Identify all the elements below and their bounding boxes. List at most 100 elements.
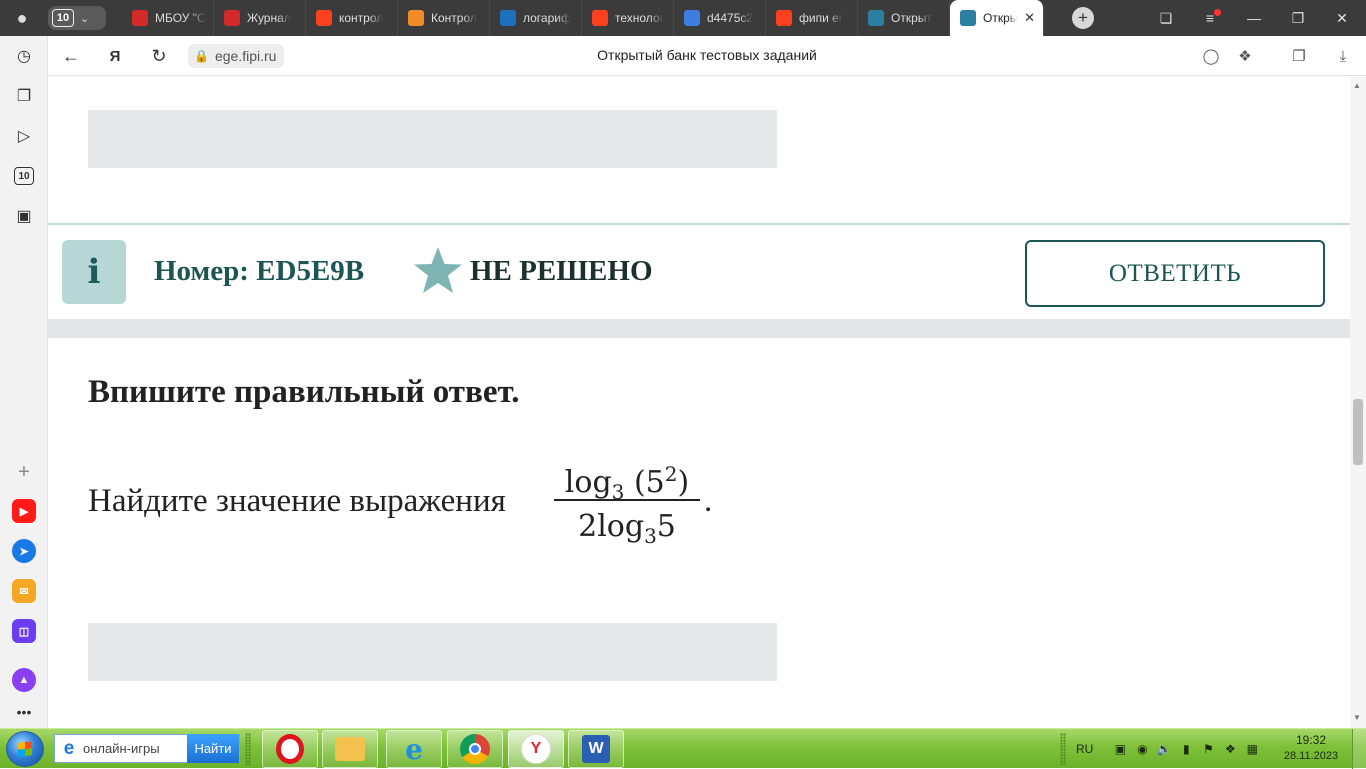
search-button[interactable]: Найти — [187, 734, 239, 763]
taskbar-search-input[interactable] — [80, 741, 187, 756]
battery-icon[interactable]: ▦ — [1244, 741, 1260, 757]
discord-icon[interactable]: ◉ — [1134, 741, 1150, 757]
system-tray: RU ▣ ◉ 🔈 ▮ ⚑ ❖ ▦ — [1076, 729, 1263, 769]
yandex-browser-app[interactable]: Y — [508, 730, 564, 768]
tab-label: МБОУ "С — [155, 11, 206, 25]
back-button[interactable]: ← — [58, 44, 84, 68]
domain-text: ege.fipi.ru — [214, 48, 277, 64]
network-icon[interactable]: ▮ — [1178, 741, 1194, 757]
tab-label: Открыт — [891, 11, 932, 25]
language-indicator[interactable]: RU — [1076, 742, 1093, 756]
browser-sidebar: ◷ ❐ ▷ 10 ▣ + ▶ ➤ ✉ ◫ ▲ ••• — [0, 36, 48, 728]
browser-tab[interactable]: фипи ег — [766, 0, 858, 36]
info-button[interactable]: i — [62, 240, 126, 304]
taskbar-grip[interactable] — [245, 733, 251, 765]
taskbar-clock[interactable]: 19:32 28.11.2023 — [1280, 733, 1342, 762]
opera-icon — [276, 734, 304, 764]
yandex-icon — [592, 10, 608, 26]
maximize-button[interactable]: ❐ — [1276, 0, 1320, 36]
opera-app[interactable] — [262, 730, 318, 768]
sidebar-badge: 10 — [14, 167, 34, 185]
tab-label: фипи ег — [799, 11, 844, 25]
monitor-icon[interactable]: ▣ — [1112, 741, 1128, 757]
document-red-icon — [132, 10, 148, 26]
task-header: i Номер: ED5E9B НЕ РЕШЕНО ОТВЕТИТЬ — [48, 225, 1350, 319]
answer-button[interactable]: ОТВЕТИТЬ — [1025, 240, 1325, 307]
browser-tab[interactable]: Открыт — [858, 0, 950, 36]
flag-icon[interactable]: ⚑ — [1200, 741, 1216, 757]
tab-label: технолог — [615, 11, 664, 25]
lock-icon: 🔒 — [194, 49, 209, 63]
tab-list: МБОУ "С Журнал контрол Контрол логариф технол… — [122, 0, 1044, 36]
browser-tab[interactable]: МБОУ "С — [122, 0, 214, 36]
clock-date: 28.11.2023 — [1283, 750, 1339, 762]
alice-icon[interactable]: ▲ — [12, 668, 36, 692]
browser-tab[interactable]: Журнал — [214, 0, 306, 36]
messenger-icon[interactable]: ◫ — [12, 619, 36, 643]
taskbar-grip — [1060, 733, 1066, 765]
browser-tab[interactable]: Контрол — [398, 0, 490, 36]
history-icon[interactable]: ◷ — [12, 44, 36, 68]
browser-tab[interactable]: технолог — [582, 0, 674, 36]
extensions-icon[interactable]: ❐ — [1286, 44, 1312, 68]
previous-answer-field[interactable] — [88, 110, 777, 168]
camera-icon[interactable]: ▣ — [12, 204, 36, 228]
fraction-denominator: 2log35 — [578, 509, 676, 548]
bookmark-icon[interactable]: ❖ — [1232, 44, 1258, 68]
notification-dot — [1214, 9, 1221, 16]
yandex-icon — [316, 10, 332, 26]
collections-icon[interactable]: ❐ — [12, 84, 36, 108]
mail-icon[interactable]: ✉ — [12, 579, 36, 603]
messenger-icon[interactable]: ➤ — [12, 539, 36, 563]
answer-input-field[interactable] — [88, 623, 777, 681]
chrome-icon — [460, 734, 490, 764]
reload-button[interactable]: ↻ — [146, 44, 172, 68]
translate-icon[interactable]: ◯ — [1198, 44, 1224, 68]
play-icon[interactable]: ▷ — [12, 124, 36, 148]
browser-tab[interactable]: контрол — [306, 0, 398, 36]
download-icon[interactable]: ⤓ — [1330, 44, 1356, 68]
tab-label: Контрол — [431, 11, 477, 25]
tab-label: контрол — [339, 11, 384, 25]
yandex-icon — [776, 10, 792, 26]
volume-icon[interactable]: 🔈 — [1156, 741, 1172, 757]
checkmark-icon — [500, 10, 516, 26]
browser-tab[interactable]: Откры ✕ — [950, 0, 1044, 36]
tab-counter-button[interactable]: 10 ⌄ — [48, 6, 106, 30]
ie-app[interactable]: e — [386, 730, 442, 768]
chrome-app[interactable] — [447, 730, 503, 768]
collections-icon[interactable]: ❏ — [1144, 0, 1188, 36]
tabs-badge-icon[interactable]: 10 — [12, 164, 36, 188]
add-icon[interactable]: + — [12, 460, 36, 484]
scroll-up-icon[interactable]: ▲ — [1353, 81, 1361, 90]
close-tab-icon[interactable]: ✕ — [1024, 10, 1035, 26]
star-icon[interactable] — [412, 245, 464, 297]
word-app[interactable]: W — [568, 730, 624, 768]
close-window-button[interactable]: ✕ — [1320, 0, 1364, 36]
browser-tab-strip: ● 10 ⌄ МБОУ "С Журнал контрол Контрол логари… — [0, 0, 1366, 36]
more-icon[interactable]: ••• — [12, 700, 36, 724]
browser-tab[interactable]: логариф — [490, 0, 582, 36]
minimize-button[interactable]: — — [1232, 0, 1276, 36]
domain-pill[interactable]: 🔒 ege.fipi.ru — [188, 44, 285, 68]
show-desktop-button[interactable] — [1352, 729, 1366, 769]
browser-tab[interactable]: d4475c2 — [674, 0, 766, 36]
question-period: . — [704, 483, 713, 519]
windows-taskbar: e Найти e Y W RU ▣ ◉ 🔈 ▮ ⚑ ❖ ▦ 19:32 28.… — [0, 728, 1366, 769]
scroll-thumb[interactable] — [1353, 399, 1363, 465]
profile-icon[interactable]: ● — [8, 6, 36, 30]
start-button[interactable] — [6, 731, 44, 767]
section-separator — [48, 319, 1350, 338]
scroll-down-icon[interactable]: ▼ — [1353, 713, 1361, 722]
new-tab-button[interactable]: + — [1072, 7, 1094, 29]
paper-plane-icon — [408, 10, 424, 26]
yandex-icon[interactable]: Я — [102, 44, 128, 68]
page-scrollbar[interactable]: ▲ ▼ — [1350, 77, 1366, 728]
menu-icon[interactable]: ≡ — [1188, 0, 1232, 36]
chevron-down-icon: ⌄ — [80, 12, 90, 25]
tab-label: Откры — [983, 11, 1019, 25]
explorer-app[interactable] — [322, 730, 378, 768]
youtube-icon[interactable]: ▶ — [12, 499, 36, 523]
tab-label: d4475c2 — [707, 11, 754, 25]
update-icon[interactable]: ❖ — [1222, 741, 1238, 757]
